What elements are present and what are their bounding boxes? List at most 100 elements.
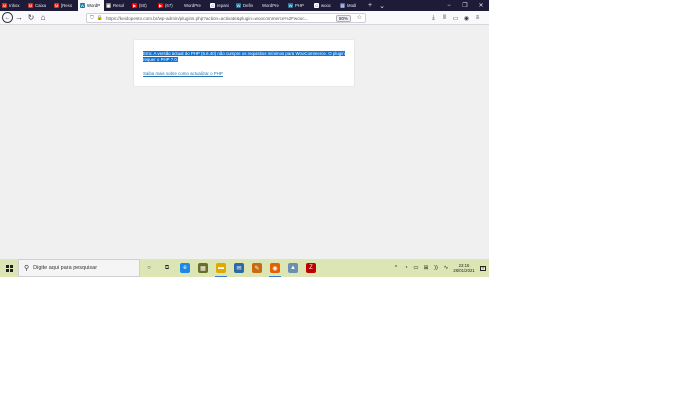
home-button[interactable]: ⌂ <box>37 12 49 24</box>
tab-bar: M Inbox M Caixa M [Reso W WordP ▣ Resol ▶ (50) ▶ (67)… <box>0 0 489 11</box>
navigation-bar: ← → ↻ ⌂ ⛉ 🔒 https://keidopesto.com.br/wp… <box>0 11 489 25</box>
tab-title: Resol <box>113 3 124 8</box>
taskbar-app-button[interactable]: ✎ <box>248 259 266 277</box>
browser-tab[interactable]: W WordP <box>78 0 104 11</box>
tab-title: WordP <box>87 3 101 8</box>
search-icon: ⚲ <box>24 265 30 272</box>
clock[interactable]: 23:15 28/01/2021 <box>451 263 477 274</box>
puzzle-icon: ▣ <box>106 2 111 8</box>
browser-tab[interactable]: Greparo <box>208 0 234 11</box>
notification-icon: ≡ <box>480 265 486 271</box>
windows-taskbar: ⚲ Digite aqui para pesquisar ○ ⧉ e ▦ ▬ ✉ ✎ ◉ ▲ Z … <box>0 259 489 277</box>
wifi-icon[interactable]: ∿ <box>441 265 451 271</box>
browser-tab[interactable]: ▣ Resol <box>104 0 130 11</box>
browser-tab[interactable]: Gwooc <box>312 0 338 11</box>
error-text: Erro: A versão actual do PHP (5.6.40) nã… <box>143 51 348 62</box>
start-button[interactable] <box>0 259 18 277</box>
browser-tab[interactable]: M [Reso <box>52 0 78 11</box>
notification-center-button[interactable]: ≡ <box>477 265 489 271</box>
error-highlighted-text: Erro: A versão actual do PHP (5.6.40) nã… <box>143 51 345 62</box>
lock-icon[interactable]: 🔒 <box>97 15 103 21</box>
google-icon: G <box>314 2 319 8</box>
taskbar-app-button[interactable]: ▲ <box>284 259 302 277</box>
paint-icon: ✎ <box>252 263 262 273</box>
search-placeholder: Digite aqui para pesquisar <box>33 265 98 271</box>
tab-title: Defin <box>243 3 254 8</box>
tab-title: Modi <box>347 3 357 8</box>
tab-title: reparo <box>217 3 230 8</box>
sidebar-icon[interactable]: ▭ <box>450 12 461 24</box>
url-text[interactable]: https://keidopesto.com.br/wp-admin/plugi… <box>106 16 321 21</box>
taskbar-apps: ○ ⧉ e ▦ ▬ ✉ ✎ ◉ ▲ Z <box>140 259 320 277</box>
taskbar-search-box[interactable]: ⚲ Digite aqui para pesquisar <box>18 259 140 277</box>
youtube-icon: ▶ <box>132 2 137 8</box>
library-icon[interactable]: ⫴ <box>439 12 450 24</box>
maximize-button[interactable]: ❐ <box>457 0 473 11</box>
tab-bar-spacer[interactable] <box>388 0 441 11</box>
edge-icon: e <box>180 263 190 273</box>
browser-tab[interactable]: M Inbox <box>0 0 26 11</box>
taskbar-app-button[interactable]: ▦ <box>194 259 212 277</box>
tab-list-chevron-icon[interactable]: ⌄ <box>376 0 388 11</box>
tray-expand-icon[interactable]: ^ <box>391 265 401 271</box>
minimize-button[interactable]: − <box>441 0 457 11</box>
taskbar-app-button[interactable]: ✉ <box>230 259 248 277</box>
tab-title: PHP <box>295 3 304 8</box>
close-button[interactable]: ✕ <box>473 0 489 11</box>
tab-title: Caixa <box>35 3 46 8</box>
url-bar[interactable]: ⛉ 🔒 https://keidopesto.com.br/wp-admin/p… <box>86 13 366 23</box>
photos-icon: ▲ <box>288 263 298 273</box>
volume-icon[interactable]: )) <box>431 265 441 271</box>
browser-tab[interactable]: M Caixa <box>26 0 52 11</box>
taskbar-app-button[interactable]: ○ <box>140 259 158 277</box>
browser-tab[interactable]: ▶ (50) <box>130 0 156 11</box>
wordpress-icon: W <box>80 2 85 8</box>
gmail-icon: M <box>2 2 7 8</box>
tab-title: WordPre <box>184 3 201 8</box>
taskbar-app-button[interactable]: e <box>176 259 194 277</box>
battery-icon[interactable]: ▭ <box>411 265 421 271</box>
system-tray: ^ ◔ ▭ ⊞ )) ∿ 23:15 28/01/2021 ≡ <box>391 259 489 277</box>
bookmark-star-icon[interactable]: ☆ <box>357 14 362 21</box>
error-message-box: Erro: A versão actual do PHP (5.6.40) nã… <box>134 40 354 86</box>
browser-tab[interactable]: W PHP <box>286 0 312 11</box>
browser-tab[interactable]: ▤ Modi <box>338 0 364 11</box>
taskbar-app-button[interactable]: ▬ <box>212 259 230 277</box>
tray-app-icon[interactable]: ◔ <box>401 265 411 271</box>
new-tab-button[interactable]: + <box>364 0 376 11</box>
task-view-icon: ⧉ <box>164 264 170 271</box>
tab-title: Inbox <box>9 3 20 8</box>
gmail-icon: M <box>28 2 33 8</box>
firefox-icon: ◉ <box>270 263 280 273</box>
toolbar-right: ⤓ ⫴ ▭ ◉ ≡ <box>428 11 483 25</box>
taskbar-app-button[interactable]: ⧉ <box>158 259 176 277</box>
cortana-icon: ○ <box>147 265 151 271</box>
clock-date: 28/01/2021 <box>453 268 475 273</box>
tab-title: wooc <box>321 3 332 8</box>
wordpress-icon: W <box>288 2 293 8</box>
taskbar-app-button[interactable]: Z <box>302 259 320 277</box>
menu-icon[interactable]: ≡ <box>472 12 483 24</box>
forward-button[interactable]: → <box>13 12 25 24</box>
php-update-help-link[interactable]: Saiba mais sobre como actualizar o PHP <box>143 71 223 76</box>
back-button[interactable]: ← <box>2 12 13 23</box>
reload-button[interactable]: ↻ <box>25 12 37 24</box>
tab-title: (67) <box>165 3 173 8</box>
windows-logo-icon <box>5 264 13 272</box>
tab-title: WordPre <box>262 3 279 8</box>
mail-icon: ✉ <box>234 263 244 273</box>
taskbar-app-button[interactable]: ◉ <box>266 259 284 277</box>
explorer-icon: ▬ <box>216 263 226 273</box>
browser-tab[interactable]: W Defin <box>234 0 260 11</box>
tab-title: (50) <box>139 3 147 8</box>
account-icon[interactable]: ◉ <box>461 12 472 24</box>
downloads-icon[interactable]: ⤓ <box>428 12 439 24</box>
browser-tab[interactable]: WordPre <box>260 0 286 11</box>
zoom-level-button[interactable]: 80% <box>335 15 351 22</box>
browser-tab[interactable]: ▶ (67) <box>156 0 182 11</box>
network-icon[interactable]: ⊞ <box>421 265 431 271</box>
browser-tab[interactable]: WordPre <box>182 0 208 11</box>
google-icon: G <box>210 2 215 8</box>
tracking-shield-icon[interactable]: ⛉ <box>90 15 94 21</box>
gmail-icon: M <box>54 2 59 8</box>
